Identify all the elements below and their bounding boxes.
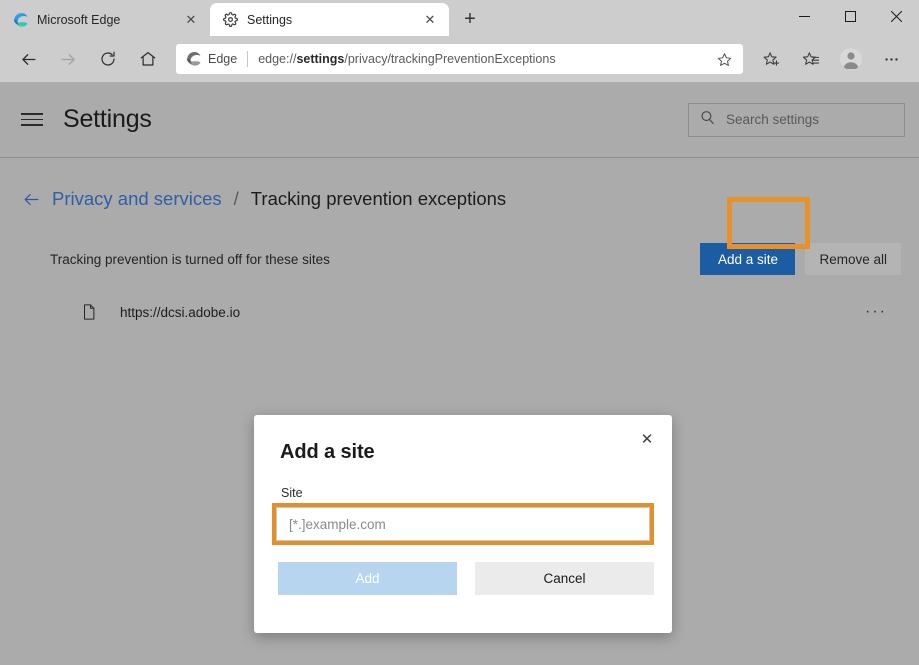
- tab-label: Microsoft Edge: [37, 13, 174, 27]
- url-text: edge://settings/privacy/trackingPreventi…: [258, 52, 713, 66]
- document-icon: [80, 303, 98, 321]
- breadcrumb-back-icon[interactable]: [22, 191, 41, 208]
- url-prefix: edge://: [258, 52, 296, 66]
- tab-bar: Microsoft Edge ✕ Settings ✕ +: [0, 0, 919, 36]
- table-row[interactable]: https://dcsi.adobe.io ···: [22, 296, 901, 328]
- sites-section-header: Tracking prevention is turned off for th…: [22, 242, 901, 276]
- edge-badge-label: Edge: [208, 52, 237, 66]
- close-icon[interactable]: ✕: [421, 11, 439, 29]
- minimize-button[interactable]: [781, 0, 827, 32]
- edge-logo-icon: [12, 11, 29, 28]
- profile-button[interactable]: [835, 43, 867, 75]
- sites-caption: Tracking prevention is turned off for th…: [50, 252, 330, 267]
- search-icon: [699, 109, 716, 131]
- page-title: Settings: [63, 105, 152, 134]
- add-a-site-dialog: ✕ Add a site Site Add Cancel: [254, 415, 672, 633]
- url-bold: settings: [296, 52, 344, 66]
- avatar-icon: [840, 48, 862, 70]
- breadcrumb-separator: /: [234, 188, 239, 210]
- refresh-icon[interactable]: [92, 43, 124, 75]
- settings-header: Settings Search settings: [0, 82, 919, 158]
- url-suffix: /privacy/trackingPreventionExceptions: [344, 52, 555, 66]
- tab-microsoft-edge[interactable]: Microsoft Edge ✕: [0, 3, 210, 36]
- edge-logo-icon: [186, 51, 202, 67]
- search-settings-input[interactable]: Search settings: [688, 103, 905, 137]
- back-arrow-icon[interactable]: [12, 43, 44, 75]
- close-icon[interactable]: ✕: [632, 424, 662, 454]
- row-more-icon[interactable]: ···: [865, 304, 891, 320]
- breadcrumb: Privacy and services / Tracking preventi…: [22, 188, 901, 210]
- cancel-button[interactable]: Cancel: [475, 562, 654, 595]
- omnibox-divider: [247, 51, 248, 67]
- maximize-button[interactable]: [827, 0, 873, 32]
- sites-actions: Add a site Remove all: [700, 243, 901, 275]
- close-icon[interactable]: ✕: [182, 11, 200, 29]
- collections-icon[interactable]: [795, 43, 827, 75]
- more-settings-icon[interactable]: [875, 43, 907, 75]
- add-button[interactable]: Add: [278, 562, 457, 595]
- tab-label: Settings: [247, 13, 413, 27]
- site-field-label: Site: [254, 464, 672, 500]
- tab-settings[interactable]: Settings ✕: [210, 3, 449, 36]
- site-input[interactable]: [276, 507, 650, 541]
- close-window-button[interactable]: [873, 0, 919, 32]
- home-icon[interactable]: [132, 43, 164, 75]
- breadcrumb-parent-link[interactable]: Privacy and services: [52, 188, 222, 210]
- search-placeholder: Search settings: [726, 112, 819, 127]
- breadcrumb-current: Tracking prevention exceptions: [251, 188, 506, 210]
- hamburger-icon[interactable]: [18, 106, 46, 134]
- dialog-title: Add a site: [254, 415, 672, 464]
- settings-content: Privacy and services / Tracking preventi…: [0, 158, 919, 328]
- address-bar[interactable]: Edge edge://settings/privacy/trackingPre…: [176, 44, 743, 74]
- add-a-site-button[interactable]: Add a site: [700, 243, 795, 275]
- gear-icon: [222, 11, 239, 28]
- edge-badge: Edge: [186, 51, 237, 67]
- favorites-icon[interactable]: [755, 43, 787, 75]
- star-icon[interactable]: [713, 48, 735, 70]
- dialog-buttons: Add Cancel: [254, 541, 672, 595]
- site-field-wrapper: [254, 507, 672, 541]
- window-controls: [781, 0, 919, 32]
- new-tab-button[interactable]: +: [455, 4, 485, 34]
- browser-toolbar: Edge edge://settings/privacy/trackingPre…: [0, 36, 919, 82]
- site-url: https://dcsi.adobe.io: [120, 305, 240, 320]
- remove-all-button[interactable]: Remove all: [805, 243, 901, 275]
- forward-arrow-icon: [52, 43, 84, 75]
